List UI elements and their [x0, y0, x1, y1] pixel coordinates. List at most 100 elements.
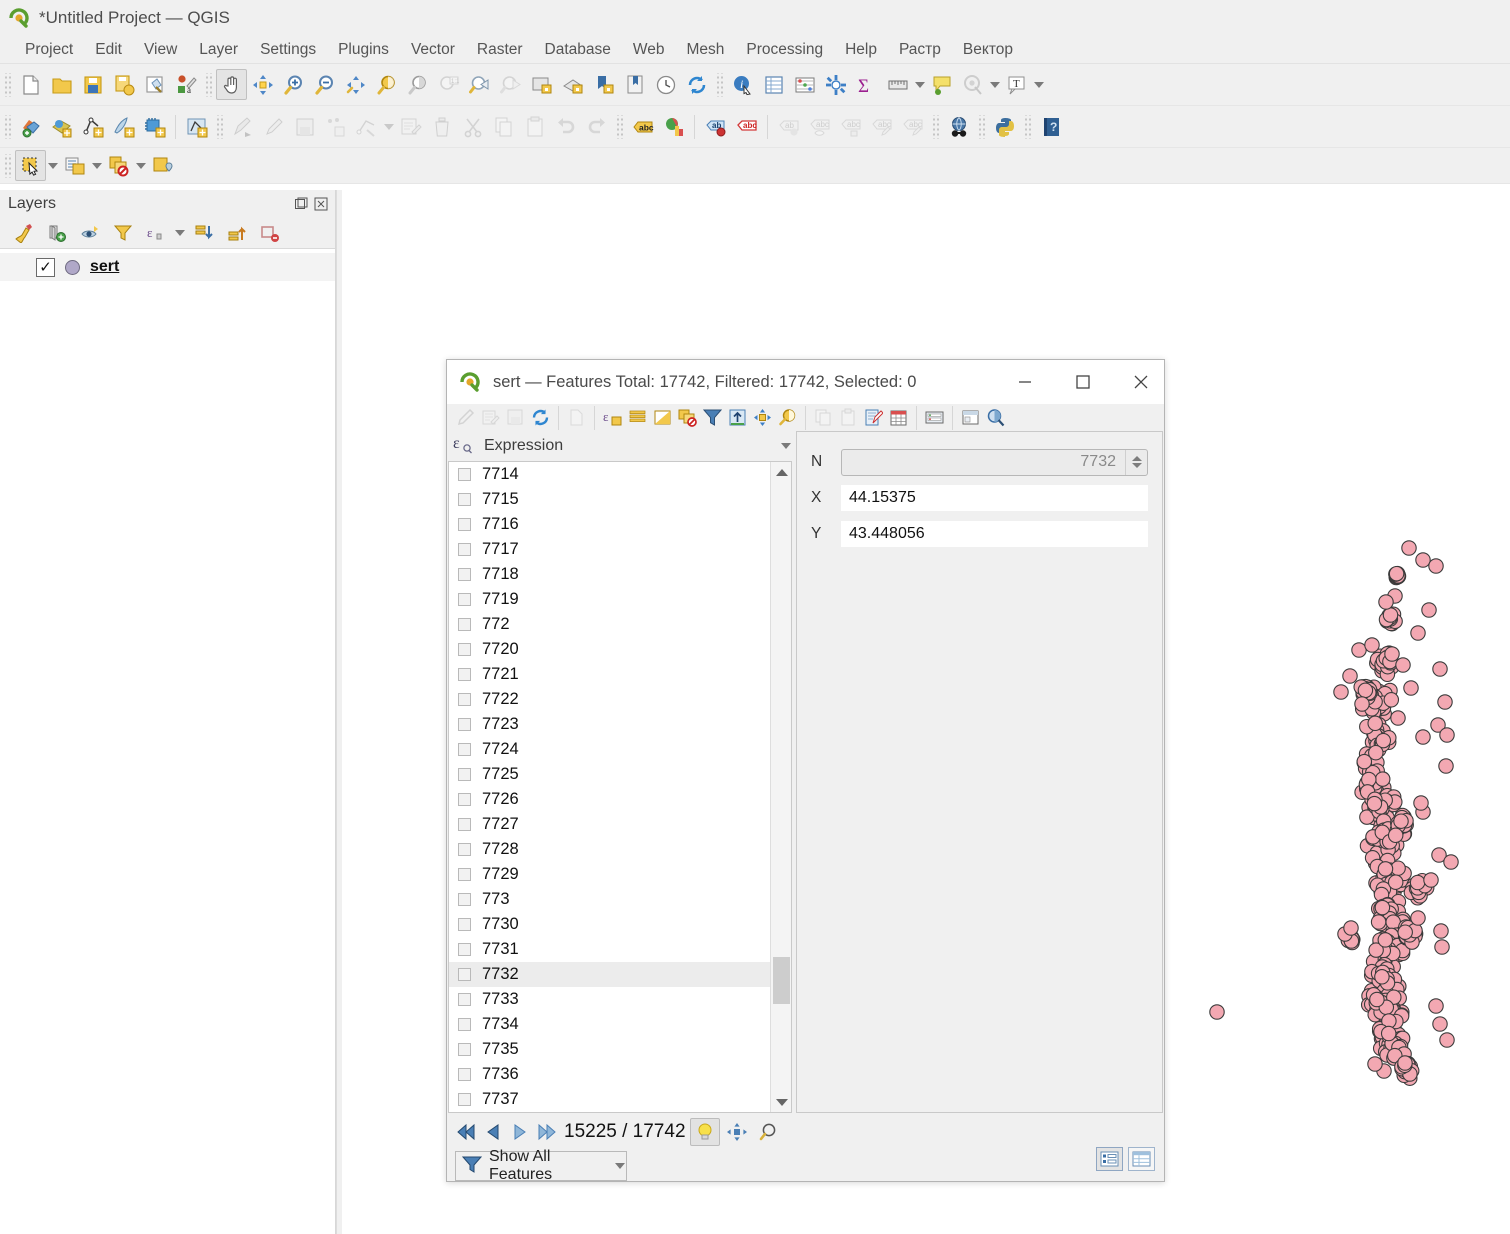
feature-checkbox[interactable] [458, 493, 471, 506]
form-view-icon[interactable] [1096, 1147, 1123, 1171]
feature-checkbox[interactable] [458, 943, 471, 956]
filter-dropdown-icon[interactable] [173, 218, 186, 249]
layer-item-sert[interactable]: ✓ sert [0, 253, 335, 281]
paste-features-icon[interactable] [836, 405, 861, 430]
pan-to-selection-icon[interactable] [247, 69, 278, 100]
feature-checkbox[interactable] [458, 818, 471, 831]
feature-list-item[interactable]: 7724 [449, 737, 791, 762]
select-dropdown-icon[interactable] [988, 69, 1001, 100]
conditional-formatting-icon[interactable] [886, 405, 911, 430]
chevron-down-icon[interactable] [613, 1156, 626, 1176]
save-project-icon[interactable] [77, 69, 108, 100]
menu-raster[interactable]: Raster [466, 39, 534, 61]
layers-tree[interactable]: ✓ sert [0, 248, 335, 1234]
menu-vektor-ru[interactable]: Вектор [952, 39, 1024, 61]
feature-checkbox[interactable] [458, 793, 471, 806]
highlight-labels-icon[interactable]: abc [731, 111, 762, 142]
new-field-icon[interactable] [564, 405, 589, 430]
deselect-features-icon[interactable] [103, 150, 134, 181]
toolbar-grip-3[interactable] [715, 73, 724, 97]
field-input-y[interactable]: 43.448056 [841, 521, 1148, 547]
deselect-all-icon[interactable] [675, 405, 700, 430]
deselect-dropdown-icon[interactable] [134, 150, 147, 181]
feature-list-item[interactable]: 7736 [449, 1062, 791, 1087]
refresh-icon[interactable] [681, 69, 712, 100]
expression-select-icon[interactable]: ɛ [453, 433, 477, 459]
chevron-down-icon[interactable] [779, 431, 792, 462]
feature-list-scrollbar[interactable] [770, 462, 791, 1112]
copy-features-icon[interactable] [488, 111, 519, 142]
table-view-icon[interactable] [1128, 1147, 1155, 1171]
filter-legend-icon[interactable] [107, 218, 138, 249]
change-label-icon[interactable]: abc [866, 111, 897, 142]
actions-icon[interactable] [983, 405, 1008, 430]
menu-vector[interactable]: Vector [400, 39, 466, 61]
feature-list-item[interactable]: 7716 [449, 512, 791, 537]
feature-list-item[interactable]: 7725 [449, 762, 791, 787]
zoom-out-icon[interactable] [309, 69, 340, 100]
show-bookmarks-icon[interactable] [619, 69, 650, 100]
current-edits-icon[interactable] [227, 111, 258, 142]
zoom-to-selected-icon[interactable] [775, 405, 800, 430]
feature-list-item[interactable]: 7728 [449, 837, 791, 862]
menu-mesh[interactable]: Mesh [676, 39, 736, 61]
paste-features-icon[interactable] [519, 111, 550, 142]
feature-list-item[interactable]: 7722 [449, 687, 791, 712]
map-tips-icon[interactable] [926, 69, 957, 100]
cut-features-icon[interactable] [457, 111, 488, 142]
feature-list-item[interactable]: 7732 [449, 962, 791, 987]
statistical-summary-icon[interactable]: Σ [851, 69, 882, 100]
field-input-n[interactable]: 7732 [841, 449, 1148, 476]
feature-checkbox[interactable] [458, 868, 471, 881]
new-project-icon[interactable] [15, 69, 46, 100]
minimize-icon[interactable] [1002, 360, 1048, 404]
help-contents-icon[interactable]: ? [1035, 111, 1066, 142]
feature-checkbox[interactable] [458, 968, 471, 981]
zoom-in-icon[interactable] [278, 69, 309, 100]
zoom-next-icon[interactable] [495, 69, 526, 100]
last-feature-icon[interactable] [534, 1119, 559, 1145]
select-value-icon[interactable] [147, 150, 178, 181]
menu-view[interactable]: View [133, 39, 188, 61]
layer-visibility-checkbox[interactable]: ✓ [36, 258, 55, 277]
select-features-icon[interactable] [15, 150, 46, 181]
temporal-controller-icon[interactable] [650, 69, 681, 100]
feature-list-item[interactable]: 7726 [449, 787, 791, 812]
menu-settings[interactable]: Settings [249, 39, 327, 61]
rotate-label-icon[interactable]: abc [835, 111, 866, 142]
vertex-tool-dropdown-icon[interactable] [382, 111, 395, 142]
annotation-dropdown-icon[interactable] [1032, 69, 1045, 100]
select-expr-dropdown-icon[interactable] [90, 150, 103, 181]
menu-plugins[interactable]: Plugins [327, 39, 400, 61]
move-label-icon[interactable]: ab [773, 111, 804, 142]
feature-checkbox[interactable] [458, 1068, 471, 1081]
menu-web[interactable]: Web [622, 39, 676, 61]
feature-list-item[interactable]: 7720 [449, 637, 791, 662]
collapse-all-icon[interactable] [221, 218, 252, 249]
layer-name[interactable]: sert [90, 258, 119, 276]
zoom-native-icon[interactable]: 1:1 [433, 69, 464, 100]
edit-attributes-icon[interactable] [478, 405, 503, 430]
feature-list-item[interactable]: 7721 [449, 662, 791, 687]
label-extra-icon[interactable]: abc [897, 111, 928, 142]
feature-list-item[interactable]: 7731 [449, 937, 791, 962]
menu-help[interactable]: Help [834, 39, 888, 61]
add-vector-layer-icon[interactable] [15, 111, 46, 142]
feature-list-item[interactable]: 7714 [449, 462, 791, 487]
dock-attribute-table-icon[interactable] [958, 405, 983, 430]
remove-layer-icon[interactable] [254, 218, 285, 249]
toolbar-grip-4[interactable] [3, 115, 12, 139]
feature-checkbox[interactable] [458, 1093, 471, 1106]
zoom-full-icon[interactable] [340, 69, 371, 100]
toolbar-grip-8[interactable] [977, 115, 986, 139]
save-edits-icon[interactable] [503, 405, 528, 430]
scroll-down-icon[interactable] [771, 1092, 792, 1112]
toolbar-grip[interactable] [3, 73, 12, 97]
feature-list-item[interactable]: 772 [449, 612, 791, 637]
highlight-feature-icon[interactable] [690, 1118, 720, 1146]
feature-checkbox[interactable] [458, 1018, 471, 1031]
zoom-last-icon[interactable] [464, 69, 495, 100]
new-print-layout-icon[interactable] [139, 69, 170, 100]
feature-list-item[interactable]: 7727 [449, 812, 791, 837]
toolbar-grip-7[interactable] [931, 115, 940, 139]
